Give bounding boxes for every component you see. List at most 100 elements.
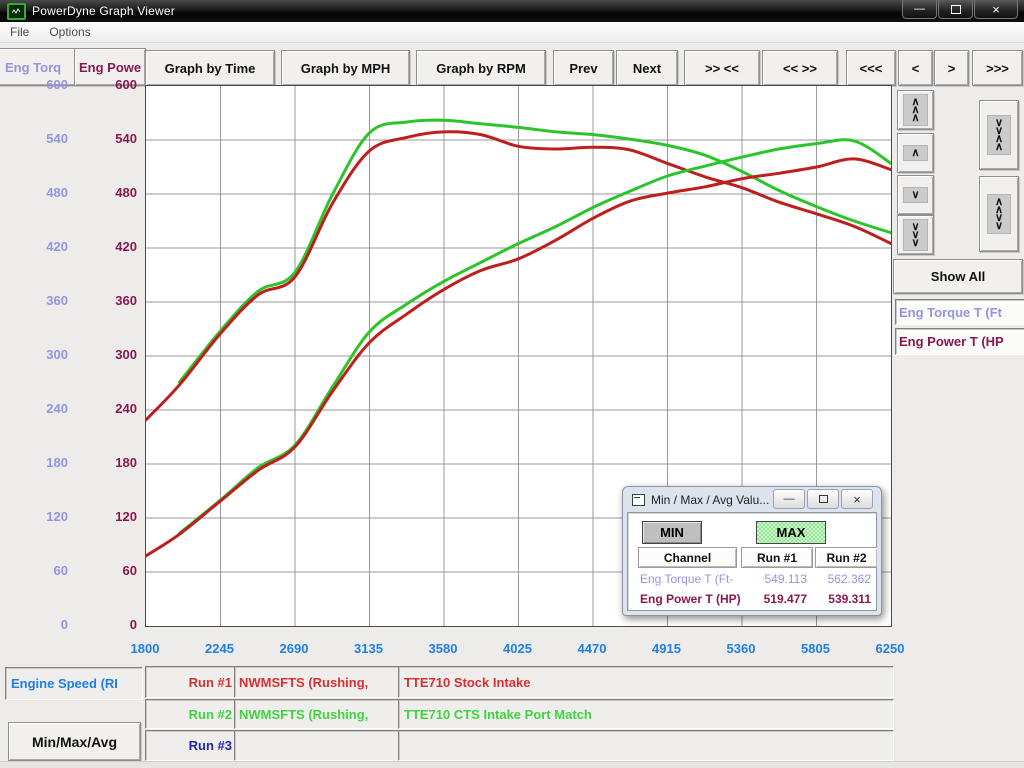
rpm-tick-label: 3135 — [339, 641, 399, 657]
power-row-run1-max: 519.477 — [741, 592, 807, 606]
scroll-right-button[interactable]: > — [934, 50, 969, 86]
run1-file[interactable]: NWMSFTS (Rushing, — [234, 666, 400, 698]
minimize-button[interactable]: — — [902, 0, 937, 19]
collapse-vertical-icon: ∨∨∧∧ — [987, 115, 1011, 155]
run2-label[interactable]: Run #2 — [145, 699, 238, 729]
scroll-up-icon: ∧ — [903, 145, 927, 161]
scroll-down-button[interactable]: ∨ — [897, 175, 934, 215]
expand-vertical-icon: ∧∧∨∨ — [987, 194, 1011, 234]
power-tick-label: 420 — [89, 239, 137, 255]
run2-description[interactable]: TTE710 CTS Intake Port Match — [398, 699, 894, 729]
power-row-run2-max: 539.311 — [811, 592, 871, 606]
run2-file[interactable]: NWMSFTS (Rushing, — [234, 699, 400, 729]
expand-vertical-button[interactable]: ∧∧∨∨ — [979, 176, 1019, 252]
graph-by-time-button[interactable]: Graph by Time — [145, 50, 275, 86]
rpm-tick-label: 2690 — [264, 641, 324, 657]
run1-label[interactable]: Run #1 — [145, 666, 238, 698]
torque-tick-label: 0 — [20, 617, 68, 633]
dialog-body: MIN MAX Channel Run #1 Run #2 Eng Torque… — [627, 512, 877, 611]
min-max-avg-dialog: Min / Max / Avg Valu... — × MIN MAX Chan… — [622, 486, 882, 616]
power-channel-button[interactable]: Eng Power T (HP — [895, 328, 1024, 355]
power-tick-label: 360 — [89, 293, 137, 309]
torque-tick-label: 240 — [20, 401, 68, 417]
power-tick-label: 540 — [89, 131, 137, 147]
scroll-left-button[interactable]: < — [898, 50, 933, 86]
scroll-right-fast-button[interactable]: >>> — [972, 50, 1023, 86]
power-tick-label: 180 — [89, 455, 137, 471]
engine-speed-button[interactable]: Engine Speed (RI — [5, 667, 143, 700]
power-tick-label: 480 — [89, 185, 137, 201]
next-button[interactable]: Next — [616, 50, 678, 86]
torque-row-run1-max: 549.113 — [741, 572, 807, 586]
rpm-tick-label: 4470 — [562, 641, 622, 657]
graph-by-rpm-button[interactable]: Graph by RPM — [416, 50, 546, 86]
dialog-title: Min / Max / Avg Valu... — [651, 493, 769, 507]
powerdyne-window: PowerDyne Graph Viewer — × File Options … — [0, 0, 1024, 768]
torque-tick-label: 360 — [20, 293, 68, 309]
rpm-tick-label: 1800 — [115, 641, 175, 657]
power-tick-label: 120 — [89, 509, 137, 525]
scroll-up-fast-icon: ∧∧∧ — [903, 94, 927, 126]
torque-channel-button[interactable]: Eng Torque T (Ft — [895, 299, 1024, 325]
title-bar[interactable]: PowerDyne Graph Viewer — × — [0, 0, 1024, 22]
run1-column-header[interactable]: Run #1 — [741, 547, 813, 568]
run3-label[interactable]: Run #3 — [145, 730, 238, 761]
menu-file[interactable]: File — [0, 25, 39, 39]
run3-file[interactable] — [234, 730, 400, 761]
power-tick-label: 0 — [89, 617, 137, 633]
power-tick-label: 240 — [89, 401, 137, 417]
rpm-tick-label: 3580 — [413, 641, 473, 657]
menu-bar: File Options — [0, 22, 1024, 43]
maximize-button[interactable] — [938, 0, 973, 19]
dialog-icon — [632, 494, 645, 506]
power-tick-label: 600 — [89, 77, 137, 93]
max-toggle-button[interactable]: MAX — [756, 521, 826, 544]
torque-tick-label: 480 — [20, 185, 68, 201]
run2-column-header[interactable]: Run #2 — [815, 547, 877, 568]
app-icon — [7, 3, 26, 20]
rpm-tick-label: 2245 — [190, 641, 250, 657]
scroll-down-fast-button[interactable]: ∨∨∨ — [897, 215, 934, 255]
maximize-icon — [951, 5, 961, 14]
rpm-tick-label: 6250 — [860, 641, 920, 657]
rpm-tick-label: 5360 — [711, 641, 771, 657]
scroll-down-fast-icon: ∨∨∨ — [903, 219, 927, 251]
dialog-maximize-button[interactable] — [807, 489, 839, 509]
dialog-title-bar[interactable]: Min / Max / Avg Valu... — × — [623, 487, 881, 512]
scroll-up-button[interactable]: ∧ — [897, 133, 934, 173]
rpm-tick-label: 5805 — [786, 641, 846, 657]
show-all-button[interactable]: Show All — [893, 259, 1023, 294]
graph-by-mph-button[interactable]: Graph by MPH — [281, 50, 410, 86]
torque-tick-label: 120 — [20, 509, 68, 525]
torque-row-channel: Eng Torque T (Ft- — [640, 572, 733, 586]
zoom-out-button[interactable]: << >> — [762, 50, 838, 86]
status-bar — [0, 761, 1024, 768]
rpm-tick-label: 4915 — [637, 641, 697, 657]
menu-options[interactable]: Options — [39, 25, 100, 39]
torque-tick-label: 60 — [20, 563, 68, 579]
power-tick-label: 60 — [89, 563, 137, 579]
dialog-minimize-button[interactable]: — — [773, 489, 805, 509]
dialog-maximize-icon — [819, 495, 828, 503]
zoom-in-button[interactable]: >> << — [684, 50, 760, 86]
min-max-avg-button[interactable]: Min/Max/Avg — [8, 722, 141, 761]
scroll-left-fast-button[interactable]: <<< — [846, 50, 896, 86]
min-toggle-button[interactable]: MIN — [642, 521, 702, 544]
collapse-vertical-button[interactable]: ∨∨∧∧ — [979, 100, 1019, 170]
torque-row-run2-max: 562.362 — [811, 572, 871, 586]
torque-tick-label: 180 — [20, 455, 68, 471]
dialog-close-button[interactable]: × — [841, 489, 873, 509]
torque-tick-label: 300 — [20, 347, 68, 363]
power-row-channel: Eng Power T (HP) — [640, 592, 741, 606]
run3-description[interactable] — [398, 730, 894, 761]
scroll-up-fast-button[interactable]: ∧∧∧ — [897, 90, 934, 130]
scroll-down-icon: ∨ — [903, 187, 927, 203]
run1-description[interactable]: TTE710 Stock Intake — [398, 666, 894, 698]
curve-run-2-eng-power-hp- — [180, 140, 892, 534]
power-tick-label: 300 — [89, 347, 137, 363]
torque-tick-label: 540 — [20, 131, 68, 147]
torque-tick-label: 600 — [20, 77, 68, 93]
prev-button[interactable]: Prev — [553, 50, 614, 86]
channel-column-header[interactable]: Channel — [638, 547, 737, 568]
close-button[interactable]: × — [974, 0, 1018, 19]
